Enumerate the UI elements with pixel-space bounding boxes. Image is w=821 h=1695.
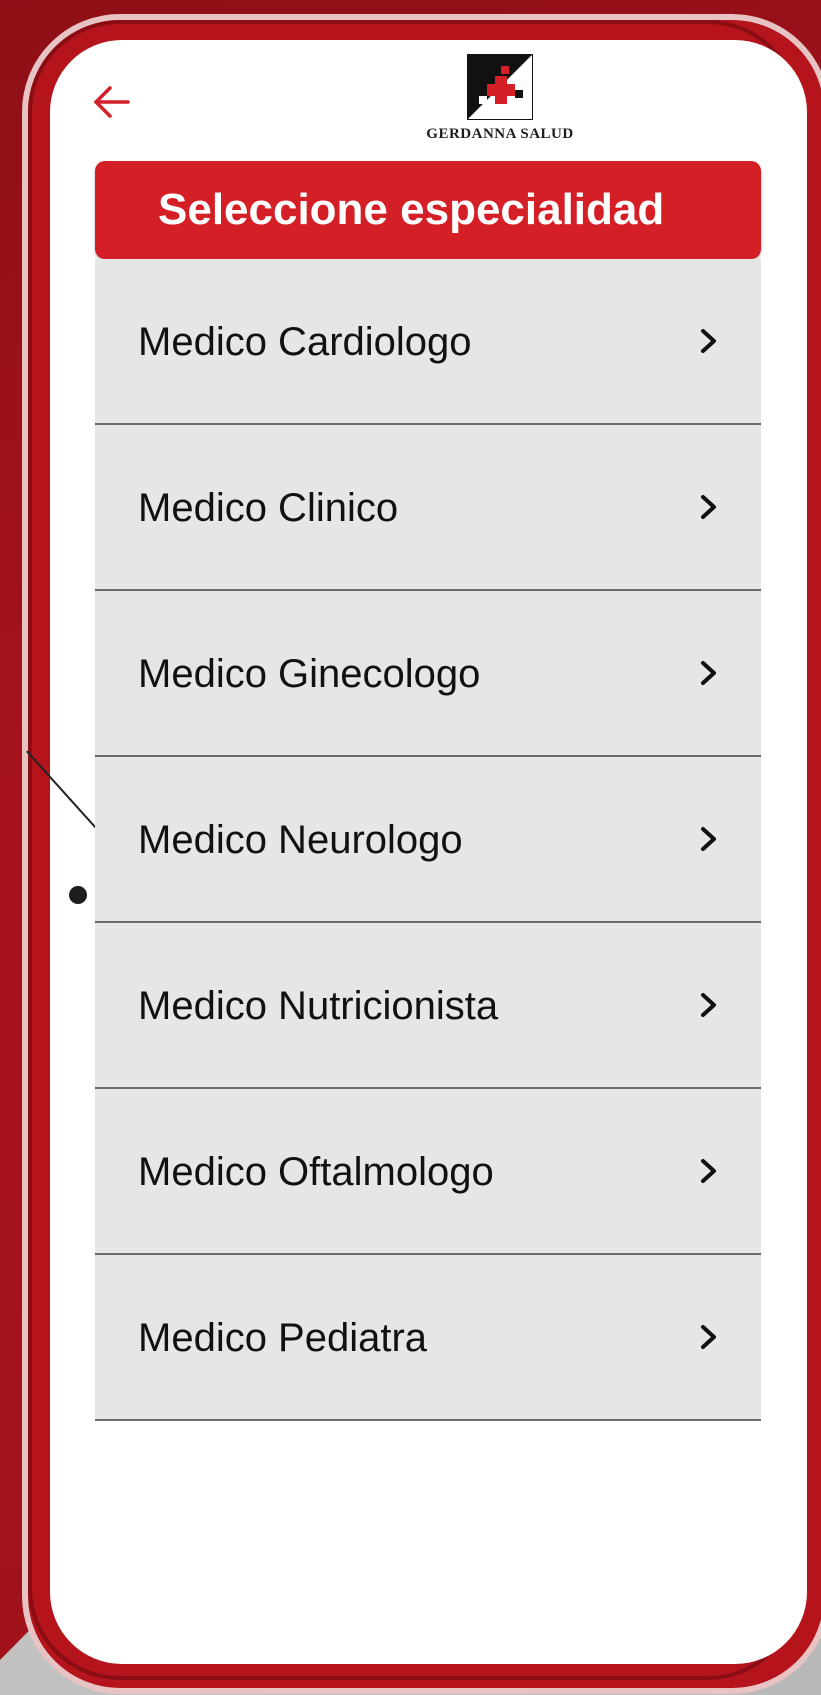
chevron-right-icon xyxy=(701,329,716,353)
list-item-label: Medico Neurologo xyxy=(138,818,463,862)
list-item-label: Medico Oftalmologo xyxy=(138,1150,494,1194)
list-item-neurologo[interactable]: Medico Neurologo xyxy=(95,757,761,923)
list-item-label: Medico Cardiologo xyxy=(138,320,472,364)
chevron-right-icon xyxy=(701,495,716,519)
chevron-right-icon xyxy=(701,1325,716,1349)
list-item-cardiologo[interactable]: Medico Cardiologo xyxy=(95,259,761,425)
list-item-label: Medico Nutricionista xyxy=(138,984,499,1028)
list-item-oftalmologo[interactable]: Medico Oftalmologo xyxy=(95,1089,761,1255)
chevron-right-icon xyxy=(701,661,716,685)
chevron-right-icon xyxy=(701,993,716,1017)
list-item-ginecologo[interactable]: Medico Ginecologo xyxy=(95,591,761,757)
specialty-list: Medico Cardiologo Medico Clinico Medico … xyxy=(95,259,761,1421)
list-item-label: Medico Pediatra xyxy=(138,1316,428,1360)
list-item-label: Medico Clinico xyxy=(138,486,399,530)
chevron-right-icon xyxy=(701,827,716,851)
page-title: Seleccione especialidad xyxy=(95,161,761,259)
list-item-pediatra[interactable]: Medico Pediatra xyxy=(95,1255,761,1421)
callout-dot xyxy=(69,886,87,904)
list-item-nutricionista[interactable]: Medico Nutricionista xyxy=(95,923,761,1089)
brand-name: GERDANNA SALUD xyxy=(426,126,574,142)
chevron-right-icon xyxy=(701,1159,716,1183)
medical-cross-logo-icon xyxy=(467,54,533,120)
brand-logo: GERDANNA SALUD xyxy=(400,54,600,154)
back-arrow-icon[interactable] xyxy=(92,82,132,122)
list-item-label: Medico Ginecologo xyxy=(138,652,481,696)
list-item-clinico[interactable]: Medico Clinico xyxy=(95,425,761,591)
